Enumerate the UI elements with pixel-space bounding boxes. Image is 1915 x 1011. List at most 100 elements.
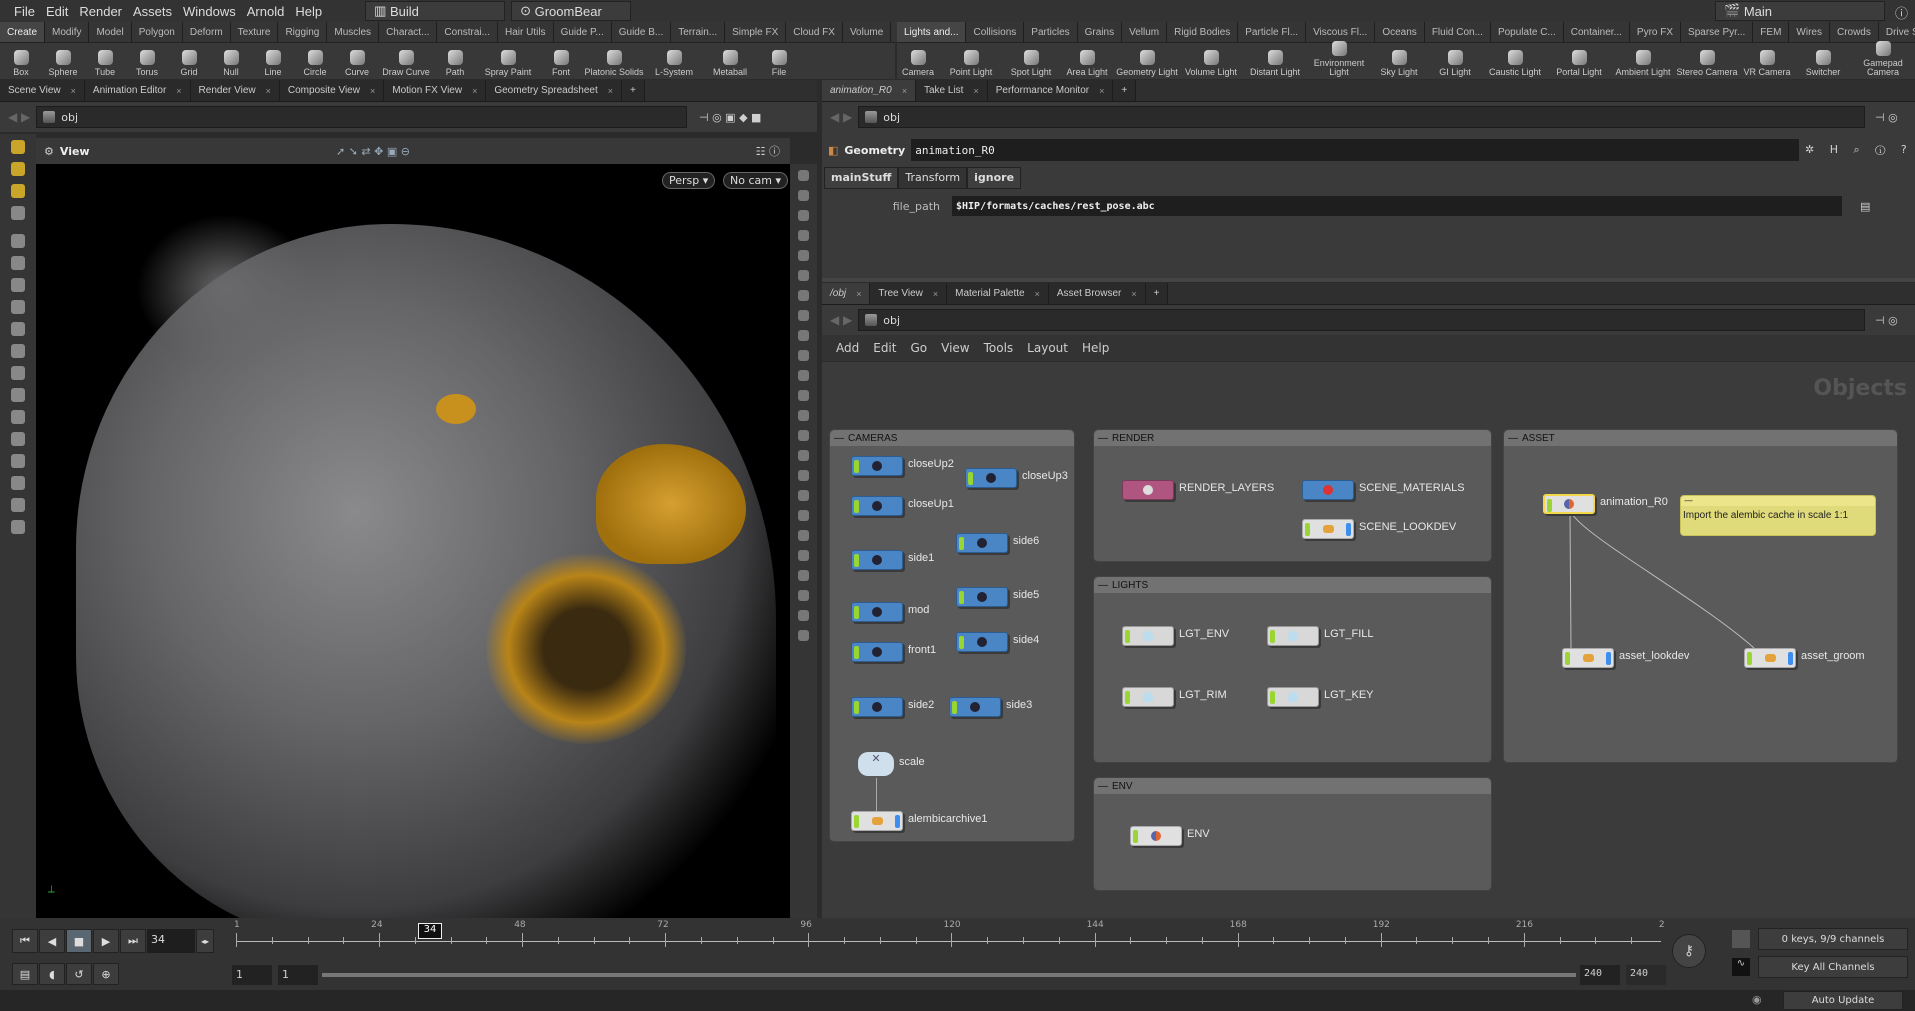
close-tab-icon[interactable]: ×	[266, 86, 271, 96]
add-tab-button[interactable]: +	[1113, 80, 1137, 101]
path-field[interactable]: obj	[858, 106, 1865, 128]
shelf-tool-line[interactable]: Line	[252, 50, 294, 79]
range-end2-field[interactable]: 240	[1626, 965, 1666, 985]
shelf-tab-texture[interactable]: Texture	[230, 22, 279, 42]
display-tool-icon[interactable]	[798, 450, 809, 461]
shelf-tab-cloud-fx[interactable]: Cloud FX	[786, 22, 843, 42]
network-menu-view[interactable]: View	[941, 341, 969, 355]
shelf-tool-sky-light[interactable]: Sky Light	[1371, 50, 1427, 79]
shelf-tab-hair-utils[interactable]: Hair Utils	[498, 22, 554, 42]
shelf-tab-muscles[interactable]: Muscles	[327, 22, 380, 42]
node-label[interactable]: closeUp2	[908, 458, 954, 470]
shelf-tool-circle[interactable]: Circle	[294, 50, 336, 79]
loop-icon[interactable]: ↺	[66, 963, 92, 985]
shelf-tab-viscous-fl[interactable]: Viscous Fl...	[1306, 22, 1376, 42]
shelf-tool-environment-light[interactable]: Environment Light	[1307, 41, 1371, 79]
node-scene-lookdev[interactable]	[1302, 519, 1354, 539]
shelf-tool-font[interactable]: Font	[540, 50, 582, 79]
node-asset-groom[interactable]	[1744, 648, 1796, 668]
menu-render[interactable]: Render	[79, 4, 122, 19]
close-tab-icon[interactable]: ×	[1035, 289, 1040, 299]
tab-material-palette[interactable]: Material Palette ×	[947, 283, 1049, 304]
param-tab-mainstuff[interactable]: mainStuff	[824, 167, 899, 189]
shelf-tab-collisions[interactable]: Collisions	[966, 22, 1025, 42]
network-box-header[interactable]: — RENDER	[1094, 430, 1491, 446]
node-label[interactable]: side1	[908, 552, 934, 564]
file-path-field[interactable]: $HIP/formats/caches/rest_pose.abc	[952, 196, 1842, 216]
shelf-tool-point-light[interactable]: Point Light	[939, 50, 1003, 79]
selection-tools[interactable]: ➚ ➘ ⇄ ✥ ▣ ⊖	[336, 145, 410, 158]
node-closeup1[interactable]	[851, 496, 903, 516]
left-tool-icon[interactable]	[11, 256, 25, 270]
shelf-tab-lights-and[interactable]: Lights and...	[897, 22, 967, 42]
shelf-tab-fem[interactable]: FEM	[1753, 22, 1790, 42]
close-tab-icon[interactable]: ×	[176, 86, 181, 96]
node-animation-r0[interactable]	[1543, 494, 1595, 514]
node-label[interactable]: alembicarchive1	[908, 813, 987, 825]
shelf-tool-null[interactable]: Null	[210, 50, 252, 79]
network-menu-go[interactable]: Go	[910, 341, 927, 355]
range-start-field[interactable]: 1	[232, 965, 272, 985]
shelf-tool-curve[interactable]: Curve	[336, 50, 378, 79]
camera-menu[interactable]: No cam ▾	[723, 172, 788, 189]
display-tool-icon[interactable]	[798, 630, 809, 641]
shelf-tab-deform[interactable]: Deform	[182, 22, 231, 42]
menu-file[interactable]: File	[14, 4, 35, 19]
shelf-tool-geometry-light[interactable]: Geometry Light	[1115, 50, 1179, 79]
display-tool-icon[interactable]	[798, 490, 809, 501]
shelf-tool-path[interactable]: Path	[434, 50, 476, 79]
path-field[interactable]: obj	[858, 309, 1865, 331]
display-tool-icon[interactable]	[798, 330, 809, 341]
range-end-field[interactable]: 240	[1580, 965, 1620, 985]
left-tool-icon[interactable]	[11, 184, 25, 198]
tab-tree-view[interactable]: Tree View ×	[870, 283, 948, 304]
add-key-icon[interactable]: ⊕	[93, 963, 119, 985]
display-tool-icon[interactable]	[798, 470, 809, 481]
node-side2[interactable]	[851, 697, 903, 717]
display-tool-icon[interactable]	[798, 190, 809, 201]
shelf-tab-pyro-fx[interactable]: Pyro FX	[1629, 22, 1682, 42]
node-label[interactable]: front1	[908, 644, 936, 656]
close-tab-icon[interactable]: ×	[608, 86, 613, 96]
close-tab-icon[interactable]: ×	[1099, 86, 1104, 96]
display-tool-icon[interactable]	[798, 590, 809, 601]
close-tab-icon[interactable]: ×	[973, 86, 978, 96]
close-tab-icon[interactable]: ×	[472, 86, 477, 96]
left-tool-icon[interactable]	[11, 432, 25, 446]
range-slider[interactable]	[322, 973, 1576, 977]
shelf-tool-spray-paint[interactable]: Spray Paint	[476, 50, 540, 79]
node-alembicarchive1[interactable]	[851, 811, 903, 831]
tab-take-list[interactable]: Take List ×	[915, 80, 988, 101]
realtime-icon[interactable]: ▤	[12, 963, 38, 985]
tab-animation-editor[interactable]: Animation Editor ×	[84, 80, 191, 101]
param-tools-icons[interactable]: ✲ H ⌕ ⓘ ?	[1805, 143, 1915, 157]
shelf-tool-tube[interactable]: Tube	[84, 50, 126, 79]
shelf-tool-distant-light[interactable]: Distant Light	[1243, 50, 1307, 79]
network-box-lights[interactable]: — LIGHTS	[1093, 576, 1492, 763]
left-tool-icon[interactable]	[11, 278, 25, 292]
shelf-tool-stereo-camera[interactable]: Stereo Camera	[1675, 50, 1739, 79]
scene-selector[interactable]: ⊙ GroomBear	[511, 1, 632, 21]
node-label[interactable]: animation_R0	[1600, 496, 1668, 508]
brain-icon[interactable]: ◉	[1752, 993, 1762, 1006]
shelf-tool-l-system[interactable]: L-System	[646, 50, 702, 79]
shelf-tab-container[interactable]: Container...	[1563, 22, 1630, 42]
node-lgt-rim[interactable]	[1122, 687, 1174, 707]
node-label[interactable]: SCENE_LOOKDEV	[1359, 521, 1456, 533]
tab-motion-fx-view[interactable]: Motion FX View ×	[384, 80, 487, 101]
display-tool-icon[interactable]	[798, 310, 809, 321]
menu-help[interactable]: Help	[295, 4, 322, 19]
node-closeup2[interactable]	[851, 456, 903, 476]
shelf-tab-guide-p[interactable]: Guide P...	[553, 22, 612, 42]
shelf-tab-wires[interactable]: Wires	[1789, 22, 1830, 42]
left-tool-icon[interactable]	[11, 344, 25, 358]
shelf-tool-ambient-light[interactable]: Ambient Light	[1611, 50, 1675, 79]
network-box-header[interactable]: — CAMERAS	[830, 430, 1074, 446]
help-icon[interactable]: ⓘ	[1895, 3, 1908, 22]
shelf-tab-sparse-pyr[interactable]: Sparse Pyr...	[1681, 22, 1754, 42]
collapse-icon[interactable]: —	[1098, 781, 1108, 792]
tab-animation-r0[interactable]: animation_R0 ×	[822, 80, 916, 101]
back-arrow-icon[interactable]: ◀ ▶	[8, 110, 30, 124]
node-lgt-key[interactable]	[1267, 687, 1319, 707]
update-mode-select[interactable]: Auto Update	[1783, 991, 1903, 1010]
